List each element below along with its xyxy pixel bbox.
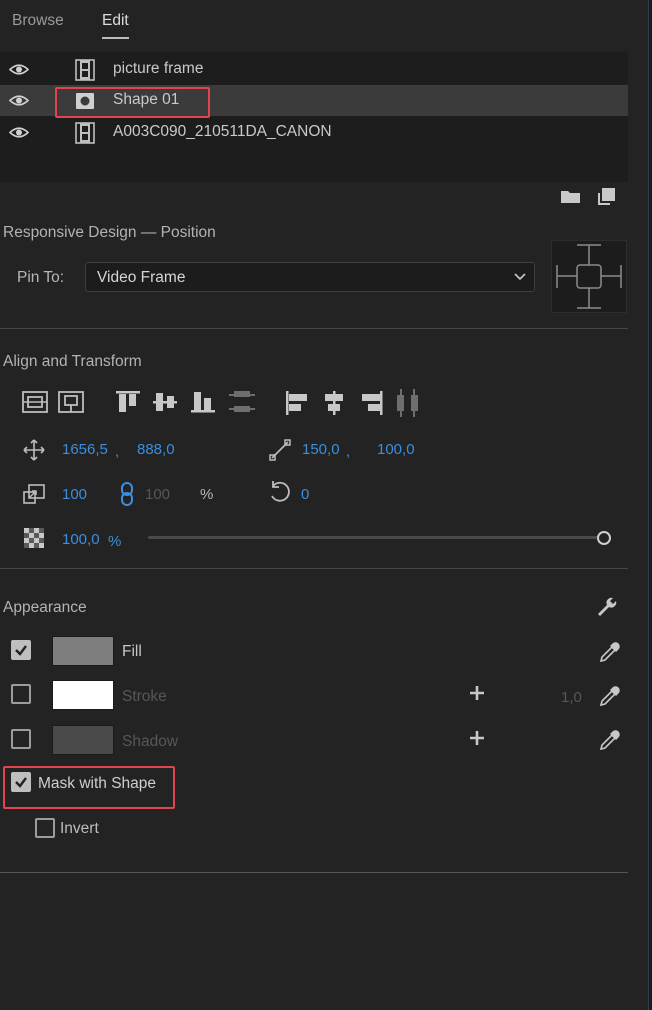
layer-name: picture frame <box>113 60 204 77</box>
appearance-title: Appearance <box>3 599 87 616</box>
divider <box>0 328 628 329</box>
align-bottom-icon[interactable] <box>190 390 216 414</box>
scale-icon <box>23 484 45 504</box>
pin-edges-widget[interactable] <box>551 240 627 313</box>
position-x-value[interactable]: 1656,5 <box>62 441 108 458</box>
align-to-selection-icon[interactable] <box>22 391 48 413</box>
new-layer-icon[interactable] <box>598 187 616 205</box>
move-icon <box>23 439 45 461</box>
align-top-icon[interactable] <box>115 390 141 414</box>
tab-browse[interactable]: Browse <box>12 12 64 30</box>
opacity-unit: % <box>108 533 122 550</box>
opacity-slider-handle[interactable] <box>597 531 611 545</box>
stroke-width-value: 1,0 <box>561 689 582 706</box>
responsive-title: Responsive Design — Position <box>3 224 216 241</box>
tab-edit[interactable]: Edit <box>102 12 129 39</box>
scale-value[interactable]: 100 <box>62 486 87 503</box>
eyedropper-icon[interactable] <box>598 684 622 708</box>
pin-to-value: Video Frame <box>97 269 186 286</box>
add-stroke-icon[interactable] <box>469 685 485 701</box>
align-horizontal-center-icon[interactable] <box>322 390 346 416</box>
align-left-icon[interactable] <box>285 390 309 416</box>
invert-checkbox[interactable] <box>35 818 55 838</box>
eyedropper-icon[interactable] <box>598 640 622 664</box>
position-separator: , <box>115 443 120 460</box>
align-title: Align and Transform <box>3 353 142 370</box>
opacity-icon <box>24 528 44 548</box>
layer-row[interactable]: picture frame <box>0 54 628 85</box>
fill-label: Fill <box>122 643 142 660</box>
folder-icon[interactable] <box>560 188 581 204</box>
stroke-color-swatch[interactable] <box>52 680 114 710</box>
pin-to-label: Pin To: <box>17 269 65 286</box>
fill-checkbox[interactable] <box>11 640 31 660</box>
film-clip-icon <box>75 59 95 81</box>
position-y-value[interactable]: 888,0 <box>137 441 175 458</box>
opacity-slider-track[interactable] <box>148 536 604 539</box>
stroke-checkbox[interactable] <box>11 684 31 704</box>
wrench-icon[interactable] <box>596 596 618 618</box>
highlight-box <box>3 766 175 809</box>
stroke-label: Stroke <box>122 688 167 705</box>
width-value[interactable]: 150,0 <box>302 441 340 458</box>
panel-edge <box>648 0 652 1010</box>
eyedropper-icon[interactable] <box>598 728 622 752</box>
rotation-icon <box>271 481 290 502</box>
divider <box>0 872 628 873</box>
height-value[interactable]: 100,0 <box>377 441 415 458</box>
scale-unit: % <box>200 486 214 503</box>
chevron-down-icon <box>514 273 526 281</box>
film-clip-icon <box>75 122 95 144</box>
layer-name: A003C090_210511DA_CANON <box>113 123 332 140</box>
invert-label: Invert <box>60 820 99 837</box>
distribute-horizontal-icon <box>397 389 418 417</box>
add-shadow-icon[interactable] <box>469 730 485 746</box>
align-right-icon[interactable] <box>360 390 384 416</box>
highlight-box <box>55 87 210 118</box>
align-to-frame-icon[interactable] <box>58 391 84 413</box>
pin-to-dropdown[interactable]: Video Frame <box>85 262 535 292</box>
eye-icon[interactable] <box>9 63 29 76</box>
distribute-vertical-icon <box>229 391 255 412</box>
divider <box>0 568 628 569</box>
fill-color-swatch[interactable] <box>52 636 114 666</box>
rotation-value[interactable]: 0 <box>301 486 309 503</box>
layer-row[interactable]: A003C090_210511DA_CANON <box>0 117 628 148</box>
eye-icon[interactable] <box>9 126 29 139</box>
align-vertical-center-icon[interactable] <box>152 390 178 414</box>
size-separator: , <box>346 443 351 460</box>
scale-linked-value: 100 <box>145 486 171 503</box>
eye-icon[interactable] <box>9 94 29 107</box>
size-icon <box>269 439 291 461</box>
shadow-checkbox[interactable] <box>11 729 31 749</box>
opacity-value[interactable]: 100,0 <box>62 531 100 548</box>
link-icon[interactable] <box>120 482 134 506</box>
shadow-label: Shadow <box>122 733 179 750</box>
shadow-color-swatch[interactable] <box>52 725 114 755</box>
